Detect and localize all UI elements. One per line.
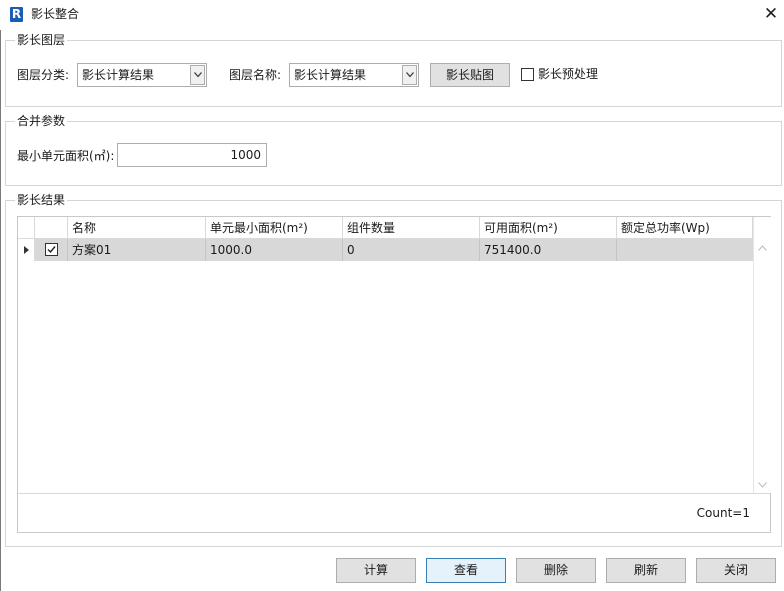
chevron-down-icon[interactable] <box>402 65 417 85</box>
merge-params-group-legend: 合并参数 <box>15 114 68 128</box>
record-count: Count=1 <box>696 506 750 520</box>
row-checkbox[interactable] <box>45 243 58 256</box>
cell-component-count[interactable]: 0 <box>343 239 480 261</box>
layer-name-value: 影长计算结果 <box>294 68 367 82</box>
layer-category-value: 影长计算结果 <box>82 68 155 82</box>
vertical-scrollbar[interactable] <box>753 217 771 493</box>
cell-usable-area[interactable]: 751400.0 <box>480 239 617 261</box>
shadow-layer-group-legend: 影长图层 <box>15 33 68 47</box>
shadow-map-button[interactable]: 影长贴图 <box>430 63 510 87</box>
column-header-rated-power[interactable]: 额定总功率(Wp) <box>617 217 753 239</box>
close-window-icon[interactable]: ✕ <box>760 3 782 25</box>
scroll-down-arrow-icon[interactable] <box>758 482 767 488</box>
column-header-component-count[interactable]: 组件数量 <box>343 217 480 239</box>
results-grid[interactable]: 名称 单元最小面积(m²) 组件数量 可用面积(m²) 额定总功率(Wp) 方案… <box>17 216 771 533</box>
refresh-button[interactable]: 刷新 <box>606 558 686 583</box>
checkmark-icon <box>47 246 56 254</box>
check-column-header <box>35 217 68 239</box>
layer-name-label: 图层名称: <box>229 68 282 82</box>
revit-logo-icon: R <box>10 7 23 22</box>
cell-min-unit-area[interactable]: 1000.0 <box>206 239 343 261</box>
preprocess-label: 影长预处理 <box>538 67 599 81</box>
min-unit-area-value: 1000 <box>230 148 261 162</box>
column-header-min-unit-area[interactable]: 单元最小面积(m²) <box>206 217 343 239</box>
view-button[interactable]: 查看 <box>426 558 506 583</box>
calculate-button[interactable]: 计算 <box>336 558 416 583</box>
delete-button[interactable]: 删除 <box>516 558 596 583</box>
column-header-usable-area[interactable]: 可用面积(m²) <box>480 217 617 239</box>
layer-category-select[interactable]: 影长计算结果 <box>77 63 207 87</box>
window-title: 影长整合 <box>31 7 80 21</box>
layer-name-select[interactable]: 影长计算结果 <box>289 63 419 87</box>
title-bar: R 影长整合 ✕ <box>0 0 784 30</box>
row-header-column <box>18 217 35 239</box>
scroll-up-arrow-icon[interactable] <box>758 245 767 251</box>
row-pointer-icon <box>24 246 29 254</box>
close-button[interactable]: 关闭 <box>696 558 776 583</box>
preprocess-checkbox[interactable] <box>521 68 534 81</box>
window-border <box>0 30 1 591</box>
results-group-legend: 影长结果 <box>15 193 68 207</box>
grid-footer-divider <box>18 493 770 494</box>
cell-name[interactable]: 方案01 <box>68 239 206 261</box>
chevron-down-icon[interactable] <box>190 65 205 85</box>
min-unit-area-input[interactable]: 1000 <box>117 143 267 167</box>
layer-category-label: 图层分类: <box>17 68 70 82</box>
row-check-cell[interactable] <box>35 239 68 261</box>
min-unit-area-label: 最小单元面积(㎡): <box>17 149 115 163</box>
row-indicator[interactable] <box>18 239 35 261</box>
column-header-name[interactable]: 名称 <box>68 217 206 239</box>
cell-rated-power[interactable] <box>617 239 753 261</box>
table-row[interactable]: 方案01 1000.0 0 751400.0 <box>18 239 753 261</box>
